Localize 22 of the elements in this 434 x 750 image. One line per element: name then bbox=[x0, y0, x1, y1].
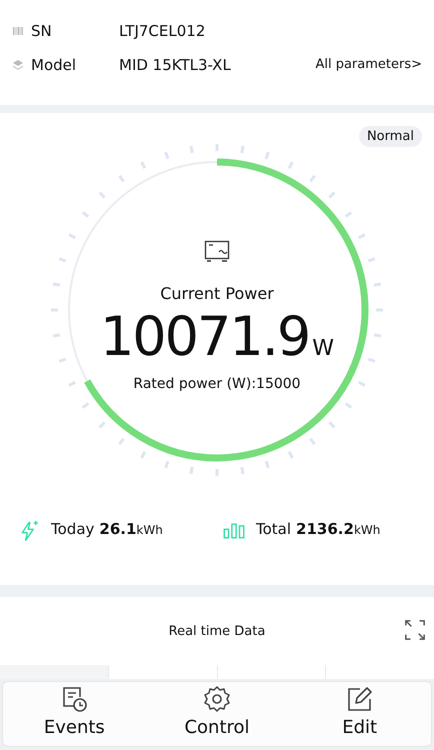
field-value: LTJ7CEL012 bbox=[119, 22, 206, 40]
status-badge: Normal bbox=[358, 126, 422, 147]
section-title: Real time Data bbox=[168, 624, 266, 638]
field-value: MID 15KTL3-XL bbox=[119, 56, 232, 74]
stat-unit: kWh bbox=[354, 523, 380, 537]
nav-button[interactable]: Events bbox=[3, 682, 146, 746]
layers-icon bbox=[12, 58, 24, 70]
nav-button[interactable]: Control bbox=[146, 682, 288, 746]
field-label: SN bbox=[31, 22, 53, 40]
nav-button[interactable]: Edit bbox=[288, 682, 432, 746]
stat-value: 26.1 bbox=[99, 520, 136, 538]
all-parameters-link[interactable]: All parameters> bbox=[315, 57, 422, 72]
stat-value: 2136.2 bbox=[296, 520, 354, 538]
edit-icon bbox=[346, 685, 374, 713]
fullscreen-icon[interactable] bbox=[404, 619, 426, 641]
stat-unit: kWh bbox=[136, 523, 163, 537]
barcode-icon bbox=[12, 24, 24, 36]
stat-label: Total bbox=[256, 520, 292, 538]
document-clock-icon bbox=[60, 685, 88, 713]
field-label: Model bbox=[31, 56, 78, 74]
gear-icon bbox=[203, 685, 231, 713]
stat-label: Today bbox=[51, 520, 94, 538]
